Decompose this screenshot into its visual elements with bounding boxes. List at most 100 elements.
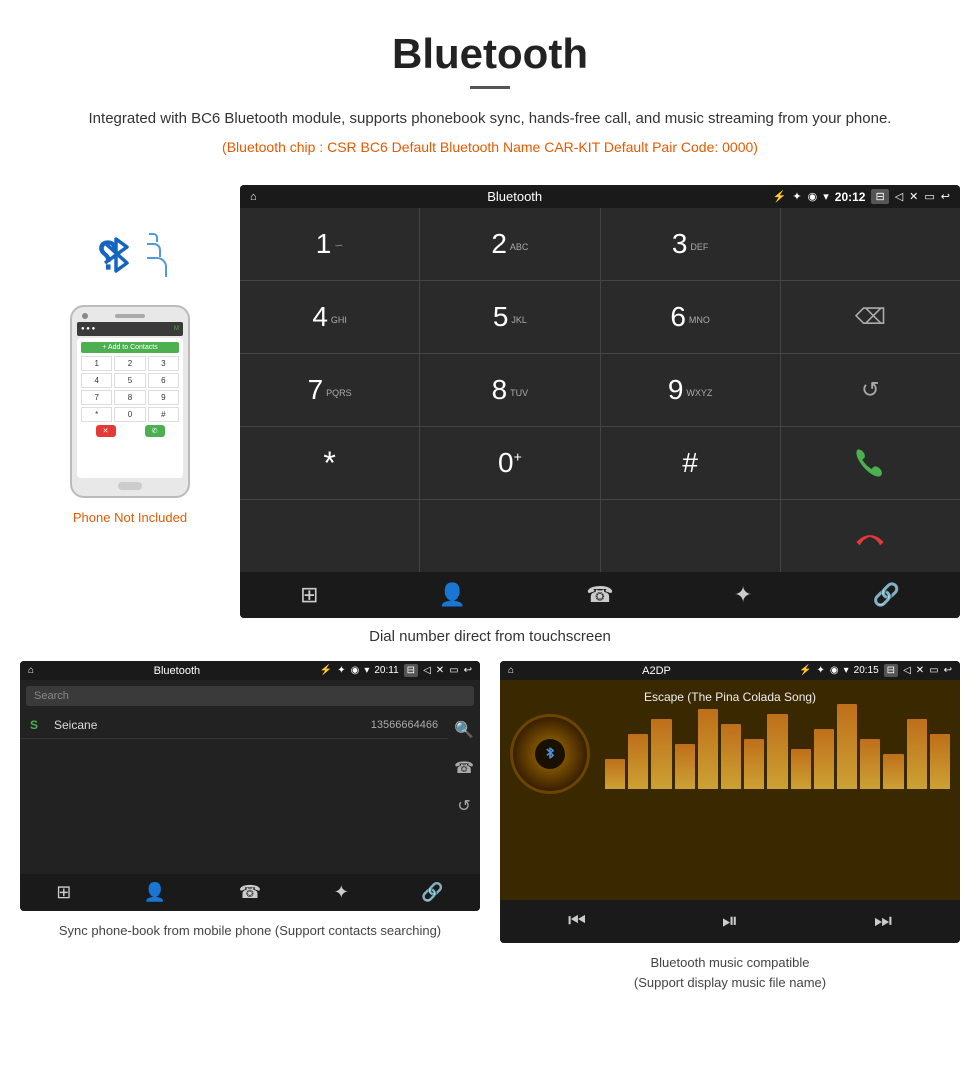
pb-contact-letter: S (30, 718, 46, 732)
phone-screen: + Add to Contacts 1 2 3 4 5 6 7 8 9 * 0 … (77, 338, 183, 478)
phone-camera-icon (82, 313, 88, 319)
pb-nav: ⊞ 👤 ☎ ✦ 🔗 (20, 874, 480, 911)
location-icon: ◉ (808, 190, 818, 203)
music-song-title: Escape (The Pina Colada Song) (644, 690, 816, 704)
phone-device: ● ● ● M + Add to Contacts 1 2 3 4 5 6 7 … (70, 305, 190, 498)
music-bt-symbol (542, 745, 558, 764)
page-title: Bluetooth (20, 30, 960, 78)
dial-key-4[interactable]: 4GHI (240, 281, 419, 353)
music-status-title: A2DP (519, 665, 794, 677)
dial-key-star[interactable]: * (240, 427, 419, 499)
music-loc-icon: ◉ (830, 665, 839, 676)
call-end-icon (853, 519, 887, 553)
dial-key-0[interactable]: 0+ (420, 427, 599, 499)
phonebook-panel: ⌂ Bluetooth ⚡ ✦ ◉ ▾ 20:11 ⊟ ◁ ✕ ▭ ↩ Sear… (20, 661, 480, 992)
eq-bar (814, 729, 834, 789)
phone-not-included-label: Phone Not Included (73, 510, 187, 525)
eq-bar (744, 739, 764, 789)
signal-wave-small (149, 233, 158, 242)
nav-phone-icon[interactable]: ☎ (586, 582, 613, 608)
phone-screen-header: + Add to Contacts (81, 342, 179, 353)
nav-user-icon[interactable]: 👤 (439, 582, 466, 608)
bluetooth-logo-icon (95, 229, 137, 281)
bottom-panels: ⌂ Bluetooth ⚡ ✦ ◉ ▾ 20:11 ⊟ ◁ ✕ ▭ ↩ Sear… (0, 661, 980, 1012)
nav-grid-icon[interactable]: ⊞ (300, 582, 318, 608)
eq-bar (837, 704, 857, 789)
pb-contact-list: S Seicane 13566664466 (20, 712, 448, 824)
dial-backspace-key[interactable]: ⌫ (781, 281, 960, 353)
signal-wave-medium (147, 243, 161, 257)
dial-key-8[interactable]: 8TUV (420, 354, 599, 426)
dial-key-5[interactable]: 5JKL (420, 281, 599, 353)
music-home-icon: ⌂ (508, 665, 514, 676)
phone-key-4: 4 (81, 373, 112, 388)
eq-bar (930, 734, 950, 789)
phone-dial-grid: 1 2 3 4 5 6 7 8 9 * 0 # (81, 356, 179, 422)
music-wifi-icon: ▾ (844, 665, 849, 676)
pb-refresh-icon[interactable]: ↺ (457, 796, 470, 816)
dial-key-2[interactable]: 2ABC (420, 208, 599, 280)
pb-content-row: S Seicane 13566664466 🔍 ☎ ↺ (20, 712, 480, 824)
music-play-icon[interactable]: ⏯ (722, 910, 738, 933)
dial-key-1[interactable]: 1∽ (240, 208, 419, 280)
music-panel: ⌂ A2DP ⚡ ✦ ◉ ▾ 20:15 ⊟ ◁ ✕ ▭ ↩ Escape (T… (500, 661, 960, 992)
pb-caption: Sync phone-book from mobile phone (Suppo… (20, 921, 480, 941)
phone-bottom-row: ✕ ✆ (81, 425, 179, 437)
music-next-icon[interactable]: ⏭ (874, 910, 892, 933)
pb-search-bar[interactable]: Search (26, 686, 474, 706)
pb-search-icon[interactable]: 🔍 (454, 720, 474, 740)
wifi-icon: ▾ (823, 190, 829, 203)
music-cam-icon: ⊟ (884, 664, 898, 677)
dial-status-title: Bluetooth (263, 189, 767, 204)
phone-key-8: 8 (114, 390, 145, 405)
pb-bt-icon: ✦ (337, 665, 345, 676)
music-album-inner (535, 739, 565, 769)
phone-top-bar (77, 313, 183, 319)
pb-contact-name: Seicane (54, 718, 371, 732)
dial-key-9[interactable]: 9WXYZ (601, 354, 780, 426)
phone-key-3: 3 (148, 356, 179, 371)
eq-bar (883, 754, 903, 789)
dial-empty-5-3 (601, 500, 780, 572)
dial-key-6[interactable]: 6MNO (601, 281, 780, 353)
pb-spacer (20, 824, 480, 874)
page-header: Bluetooth Integrated with BC6 Bluetooth … (0, 0, 980, 185)
music-caption: Bluetooth music compatible(Support displ… (500, 953, 960, 992)
music-main-row (510, 714, 950, 794)
phone-status-strip: ● ● ● M (77, 322, 183, 336)
music-prev-icon[interactable]: ⏮ (568, 910, 586, 933)
nav-bt-icon[interactable]: ✦ (734, 582, 752, 608)
pb-status-title: Bluetooth (39, 665, 315, 677)
music-vol-icon: ◁ (903, 665, 911, 676)
pb-nav-grid[interactable]: ⊞ (56, 882, 71, 903)
music-album-art (510, 714, 590, 794)
main-caption: Dial number direct from touchscreen (0, 628, 980, 645)
music-bluetooth-icon (542, 745, 558, 761)
backspace-icon: ⌫ (855, 304, 886, 330)
dial-pad: 1∽ 2ABC 3DEF 4GHI 5JKL 6MNO ⌫ (240, 208, 960, 572)
music-bt-icon: ✦ (816, 665, 824, 676)
phone-key-2: 2 (114, 356, 145, 371)
dial-key-7[interactable]: 7PQRS (240, 354, 419, 426)
phone-key-1: 1 (81, 356, 112, 371)
dial-screen: ⌂ Bluetooth ⚡ ✦ ◉ ▾ 20:12 ⊟ ◁ ✕ ▭ ↩ 1∽ 2… (240, 185, 960, 618)
pb-cam-icon: ⊟ (404, 664, 418, 677)
pb-nav-user[interactable]: 👤 (144, 882, 166, 903)
status-time: 20:12 (835, 190, 866, 204)
music-time: 20:15 (854, 665, 879, 676)
pb-nav-link[interactable]: 🔗 (421, 882, 443, 903)
pb-nav-phone[interactable]: ☎ (239, 882, 261, 903)
dial-call-green-key[interactable] (781, 427, 960, 499)
dial-call-red-key[interactable] (781, 500, 960, 572)
dial-refresh-key[interactable]: ↺ (781, 354, 960, 426)
pb-nav-bt[interactable]: ✦ (334, 882, 349, 903)
dial-key-hash[interactable]: # (601, 427, 780, 499)
music-screen: ⌂ A2DP ⚡ ✦ ◉ ▾ 20:15 ⊟ ◁ ✕ ▭ ↩ Escape (T… (500, 661, 960, 943)
dial-key-3[interactable]: 3DEF (601, 208, 780, 280)
eq-bar (628, 734, 648, 789)
pb-loc-icon: ◉ (351, 665, 360, 676)
phone-home-button (118, 482, 142, 490)
pb-call-icon[interactable]: ☎ (454, 758, 474, 778)
bt-status-icon: ✦ (792, 190, 801, 203)
nav-link-icon[interactable]: 🔗 (872, 582, 899, 608)
